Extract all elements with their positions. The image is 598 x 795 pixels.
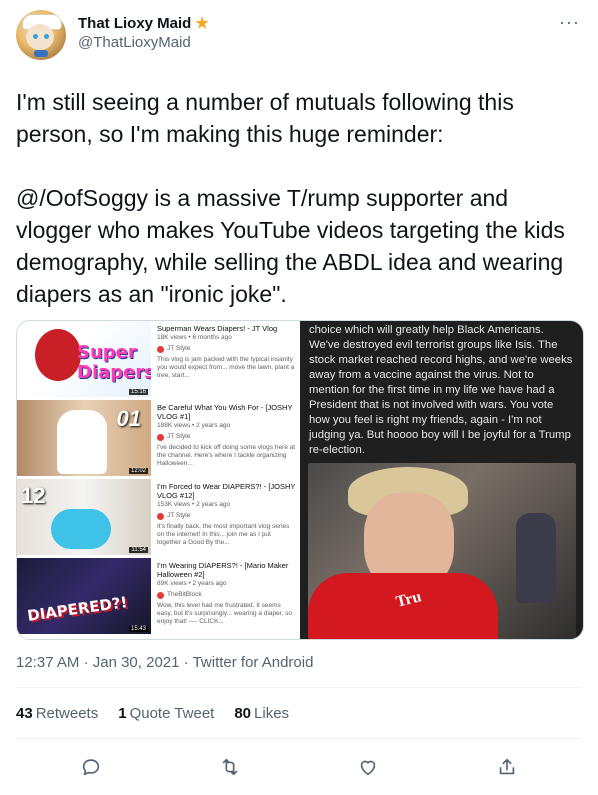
video-channel: JT Style (157, 345, 296, 353)
video-duration: 15:16 (128, 389, 148, 395)
background-figure (516, 513, 556, 603)
retweets-stat[interactable]: 43 Retweets (16, 705, 98, 722)
tweet-stats: 43 Retweets 1 Quote Tweet 80 Likes (16, 688, 582, 738)
share-button[interactable] (487, 747, 527, 787)
retweet-button[interactable] (210, 747, 250, 787)
thumbnail-figure (57, 410, 107, 474)
thumbnail-figure (51, 509, 111, 549)
post-text: choice which will greatly help Black Ame… (309, 324, 573, 456)
likes-label: Likes (254, 704, 290, 722)
retweet-icon (222, 758, 237, 776)
video-views: 18K views • 6 months ago (157, 334, 232, 341)
reply-icon (83, 759, 100, 776)
channel-name: JT Style (167, 433, 191, 440)
quotes-count: 1 (118, 704, 127, 722)
share-icon (499, 758, 514, 775)
display-name[interactable]: That Lioxy Maid (78, 15, 191, 32)
channel-icon (157, 512, 164, 520)
author-names: That Lioxy Maid ★ @ThatLioxyMaid (78, 10, 209, 52)
video-duration: 11:54 (129, 547, 148, 553)
video-info: I'm Wearing DIAPERS?! - [Mario Maker Hal… (151, 558, 300, 637)
like-button[interactable] (348, 747, 388, 787)
retweets-label: Retweets (35, 704, 99, 722)
tweet-header: That Lioxy Maid ★ @ThatLioxyMaid ··· (16, 10, 582, 68)
avatar-eye (44, 34, 49, 39)
user-handle[interactable]: @ThatLioxyMaid (78, 34, 209, 51)
video-duration: 12:02 (128, 468, 148, 474)
video-description: Wow, this level had me frustrated. It se… (157, 602, 293, 625)
video-title: Be Careful What You Wish For - [JOSHY VL… (157, 403, 293, 421)
avatar[interactable] (16, 10, 66, 60)
channel-name: JT Style (167, 512, 191, 519)
video-info: I'm Forced to Wear DIAPERS?! - [JOSHY VL… (151, 479, 300, 558)
video-row: 01 12:02 Be Careful What You Wish For - … (17, 400, 300, 479)
video-row: Super Diapers! 15:16 Superman Wears Diap… (17, 321, 300, 400)
tweet-text: I'm still seeing a number of mutuals fol… (16, 89, 565, 307)
reply-button[interactable] (71, 747, 111, 787)
thumbnail-text: Super Diapers! (77, 342, 151, 383)
video-title: Superman Wears Diapers! - JT Vlog (157, 324, 278, 333)
tweet-actions (16, 739, 582, 795)
avatar-eye (33, 34, 38, 39)
avatar-bow (34, 50, 48, 57)
channel-icon (157, 433, 164, 441)
thumbnail-text: DIAPERED?! (26, 593, 129, 625)
display-name-row[interactable]: That Lioxy Maid ★ (78, 14, 209, 33)
video-description: It's finally back, the most important vl… (157, 523, 290, 546)
thumbnail-text: 12 (21, 483, 46, 508)
channel-icon (157, 345, 164, 353)
video-channel: TheBitBlock (157, 591, 296, 599)
meta-separator: · (183, 654, 189, 671)
tweet: That Lioxy Maid ★ @ThatLioxyMaid ··· I'm… (0, 0, 598, 776)
video-info: Be Careful What You Wish For - [JOSHY VL… (151, 400, 300, 479)
video-info: Superman Wears Diapers! - JT Vlog 18K vi… (151, 321, 300, 400)
retweets-count: 43 (16, 704, 33, 722)
more-icon[interactable]: ··· (559, 12, 580, 33)
quotes-stat[interactable]: 1 Quote Tweet (118, 705, 214, 722)
video-description: This vlog is jam packed with the typical… (157, 356, 295, 379)
video-thumbnail: DIAPERED?! 15:43 (17, 558, 151, 634)
video-views: 153K views • 2 years ago (157, 501, 231, 508)
thumbnail-text: 01 (116, 406, 141, 431)
selfie-photo: Tru (308, 463, 576, 639)
tweet-date[interactable]: Jan 30, 2021 (93, 654, 180, 671)
video-row: 12 11:54 I'm Forced to Wear DIAPERS?! - … (17, 479, 300, 558)
meta-separator: · (83, 654, 89, 671)
channel-name: TheBitBlock (167, 591, 202, 598)
tweet-media[interactable]: Super Diapers! 15:16 Superman Wears Diap… (16, 320, 584, 640)
tweet-source[interactable]: Twitter for Android (193, 654, 314, 671)
video-thumbnail: 01 12:02 (17, 400, 151, 476)
channel-name: JT Style (167, 345, 191, 352)
video-duration: 15:43 (128, 626, 148, 632)
video-views: 89K views • 2 years ago (157, 580, 227, 587)
tweet-time[interactable]: 12:37 AM (16, 654, 79, 671)
likes-count: 80 (234, 704, 252, 722)
video-title: I'm Forced to Wear DIAPERS?! - [JOSHY VL… (157, 482, 296, 500)
video-title: I'm Wearing DIAPERS?! - [Mario Maker Hal… (157, 561, 289, 579)
video-channel: JT Style (157, 433, 296, 441)
likes-stat[interactable]: 80 Likes (234, 705, 289, 722)
video-row: DIAPERED?! 15:43 I'm Wearing DIAPERS?! -… (17, 558, 300, 637)
video-views: 188K views • 2 years ago (157, 422, 231, 429)
star-icon: ★ (195, 15, 209, 32)
video-thumbnail: Super Diapers! 15:16 (17, 321, 151, 397)
video-thumbnail: 12 11:54 (17, 479, 151, 555)
video-channel: JT Style (157, 512, 296, 520)
video-description: I've decided to kick off doing some vlog… (157, 444, 296, 467)
media-youtube-screenshot[interactable]: Super Diapers! 15:16 Superman Wears Diap… (17, 321, 300, 639)
avatar-face (26, 24, 54, 50)
like-icon (361, 760, 376, 776)
media-post-screenshot[interactable]: choice which will greatly help Black Ame… (300, 321, 583, 639)
channel-icon (157, 591, 164, 599)
quotes-label: Quote Tweet (129, 704, 215, 722)
tweet-meta: 12:37 AM · Jan 30, 2021 · Twitter for An… (16, 654, 582, 671)
superman-shield-shape (35, 329, 81, 381)
